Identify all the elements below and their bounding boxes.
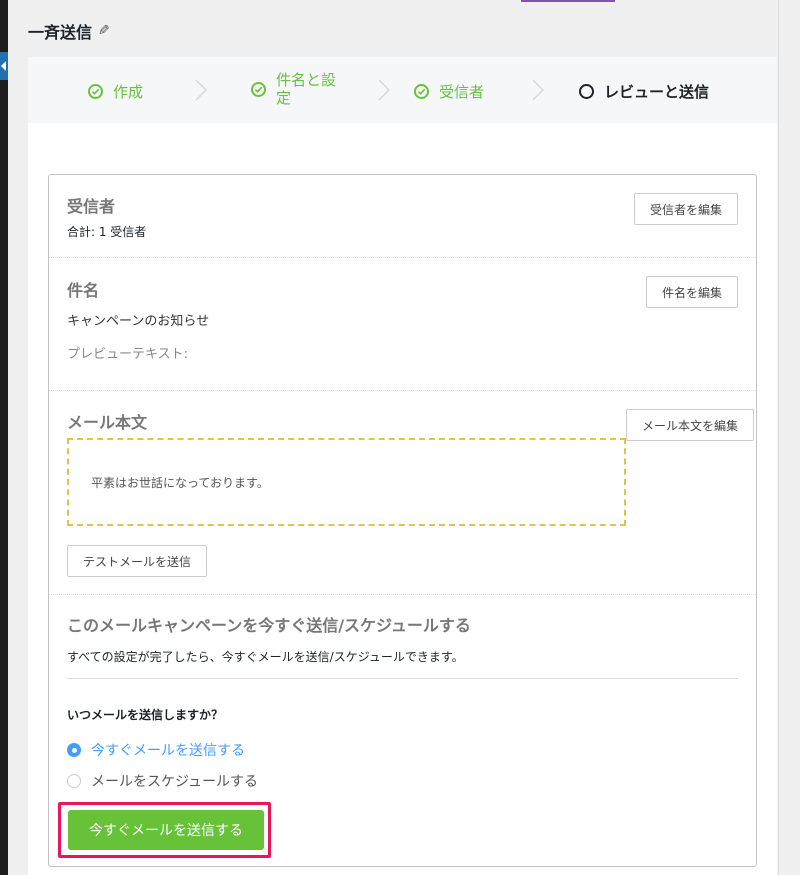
- step-label: 件名と設 定: [276, 71, 336, 107]
- radio-label: メールをスケジュールする: [91, 774, 259, 790]
- step-subject-settings[interactable]: 件名と設 定: [251, 71, 336, 107]
- body-title: メール本文: [67, 413, 148, 432]
- collapse-arrow-icon[interactable]: [0, 52, 8, 80]
- chevron-right-icon: [532, 79, 545, 101]
- subject-section: 件名 キャンペーンのお知らせ プレビューテキスト: 件名を編集: [49, 258, 756, 391]
- subject-title: 件名: [67, 281, 100, 300]
- schedule-title: このメールキャンペーンを今すぐ送信/スケジュールする: [67, 616, 471, 635]
- edit-subject-button[interactable]: 件名を編集: [646, 276, 738, 308]
- radio-schedule[interactable]: メールをスケジュールする: [67, 771, 258, 791]
- edit-recipients-button[interactable]: 受信者を編集: [634, 193, 738, 225]
- mail-body-preview: 平素はお世話になっております。: [67, 438, 626, 526]
- preview-text-label: プレビューテキスト:: [67, 347, 188, 362]
- step-label: 受信者: [439, 83, 485, 101]
- stepper: 作成 件名と設 定 受信者 レビューと送信: [28, 57, 777, 123]
- check-circle-icon: [414, 84, 429, 99]
- chevron-right-icon: [195, 79, 208, 101]
- chevron-right-icon: [378, 79, 391, 101]
- empty-circle-icon: [579, 84, 594, 99]
- subject-value: キャンペーンのお知らせ: [67, 314, 210, 329]
- page-title: 一斉送信 ✎: [28, 19, 110, 43]
- admin-sidebar-edge: [0, 0, 8, 875]
- radio-send-now[interactable]: 今すぐメールを送信する: [67, 740, 245, 760]
- send-timing-question: いつメールを送信しますか？: [67, 708, 224, 722]
- step-recipients[interactable]: 受信者: [414, 81, 484, 102]
- recipients-section: 受信者 合計: 1 受信者 受信者を編集: [49, 175, 756, 258]
- review-card: 受信者 合計: 1 受信者 受信者を編集 件名 キャンペーンのお知らせ プレビュ…: [48, 174, 757, 867]
- step-label: レビューと送信: [604, 83, 710, 101]
- check-circle-icon: [251, 81, 266, 97]
- scrollbar[interactable]: [778, 0, 800, 875]
- step-label-line1: 件名と設: [276, 71, 337, 89]
- mail-body-text: 平素はお世話になっております。: [91, 475, 269, 490]
- divider: [67, 678, 738, 679]
- step-label: 作成: [113, 83, 144, 101]
- top-accent-bar: [521, 0, 615, 2]
- recipients-total: 合計: 1 受信者: [67, 225, 147, 239]
- step-review-send[interactable]: レビューと送信: [579, 81, 709, 102]
- step-label-line2: 定: [276, 89, 292, 107]
- page-title-text: 一斉送信: [28, 23, 93, 42]
- radio-label: 今すぐメールを送信する: [91, 743, 245, 759]
- send-now-button[interactable]: 今すぐメールを送信する: [68, 810, 264, 850]
- schedule-description: すべての設定が完了したら、今すぐメールを送信/スケジュールできます。: [67, 650, 464, 664]
- campaign-wizard: 作成 件名と設 定 受信者 レビューと送信 受信者 合計: 1 受信者 受信者を…: [28, 57, 777, 875]
- pencil-icon[interactable]: ✎: [98, 23, 110, 39]
- recipients-title: 受信者: [67, 197, 116, 216]
- send-test-email-button[interactable]: テストメールを送信: [67, 545, 207, 577]
- step-create[interactable]: 作成: [88, 81, 143, 102]
- check-circle-icon: [88, 84, 103, 99]
- radio-checked-icon[interactable]: [67, 743, 81, 757]
- edit-body-button[interactable]: メール本文を編集: [626, 409, 754, 441]
- radio-unchecked-icon[interactable]: [67, 774, 81, 788]
